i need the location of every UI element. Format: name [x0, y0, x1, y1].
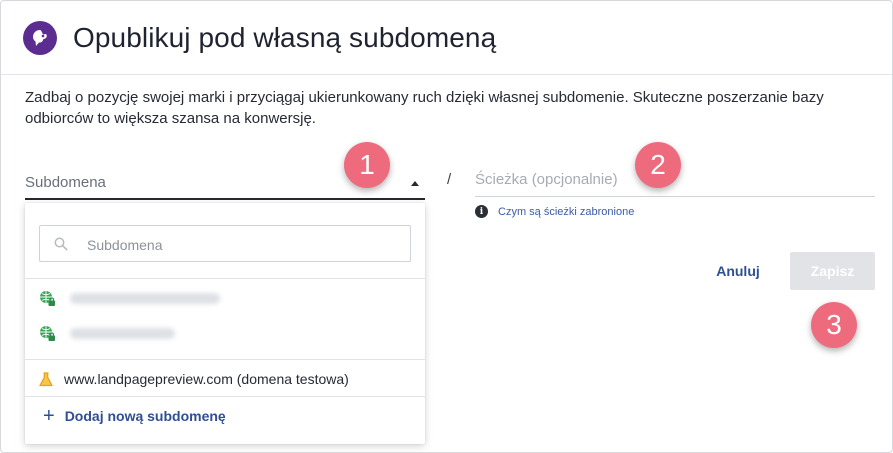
subdomain-select-label: Subdomena	[25, 174, 106, 191]
publish-dialog: Opublikuj pod własną subdomeną Zadbaj o …	[0, 0, 893, 453]
flask-icon	[39, 371, 53, 386]
redacted-subdomain	[70, 328, 175, 339]
dialog-title: Opublikuj pod własną subdomeną	[73, 22, 497, 53]
globe-lock-icon	[40, 291, 55, 306]
dropdown-divider	[25, 396, 425, 397]
dropdown-search-input[interactable]: Subdomena	[39, 225, 411, 262]
plus-icon: +	[43, 405, 55, 427]
step-marker-1: 1	[344, 142, 390, 188]
add-subdomain-button[interactable]: + Dodaj nową subdomenę	[43, 405, 226, 427]
landingi-logo-icon	[23, 21, 57, 55]
subdomain-dropdown: Subdomena www.landpagepreview.com (domen…	[25, 203, 425, 444]
forbidden-paths-link[interactable]: Czym są ścieżki zabronione	[498, 206, 634, 218]
path-separator: /	[447, 171, 452, 188]
caret-up-icon[interactable]	[411, 181, 419, 186]
step-marker-3: 3	[811, 302, 857, 348]
dropdown-divider	[25, 359, 425, 360]
cancel-button[interactable]: Anuluj	[705, 254, 771, 288]
dropdown-divider	[25, 278, 425, 279]
dialog-description: Zadbaj o pozycję swojej marki i przyciąg…	[25, 89, 824, 127]
add-subdomain-label: Dodaj nową subdomenę	[64, 408, 226, 424]
search-icon	[54, 237, 68, 251]
info-icon: i	[475, 205, 488, 218]
test-domain-label: www.landpagepreview.com (domena testowa)	[64, 371, 349, 387]
save-button[interactable]: Zapisz	[790, 252, 875, 290]
header-divider	[1, 74, 892, 75]
dialog-header: Opublikuj pod własną subdomeną	[23, 21, 496, 55]
test-domain-option[interactable]: www.landpagepreview.com (domena testowa)	[39, 371, 349, 387]
path-input-placeholder: Ścieżka (opcjonalnie)	[475, 171, 618, 188]
subdomain-option[interactable]	[39, 325, 175, 342]
globe-lock-icon	[40, 326, 55, 341]
step-marker-2: 2	[635, 142, 681, 188]
dropdown-search-placeholder: Subdomena	[87, 237, 163, 253]
subdomain-option[interactable]	[39, 290, 220, 307]
redacted-subdomain	[70, 293, 220, 304]
forbidden-paths-hint[interactable]: i Czym są ścieżki zabronione	[475, 205, 634, 218]
